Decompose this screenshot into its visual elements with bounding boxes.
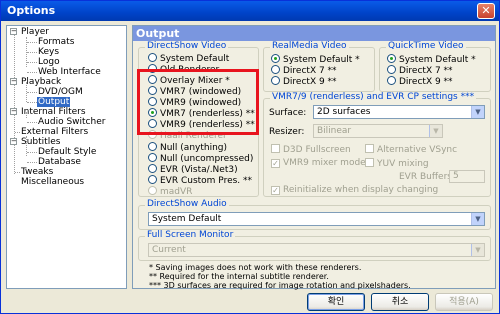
radio-dot bbox=[148, 53, 157, 62]
directshow-audio-select[interactable]: System Default ▼ bbox=[148, 212, 485, 226]
apply-button[interactable]: 적용(A) bbox=[435, 293, 493, 311]
radio-dot-selected bbox=[271, 54, 280, 63]
chevron-down-icon: ▼ bbox=[471, 244, 484, 256]
tree-connector bbox=[27, 52, 37, 53]
group-label: RealMedia Video bbox=[270, 41, 349, 51]
tree-connector bbox=[27, 102, 37, 103]
radio-dot bbox=[148, 153, 157, 162]
tree-item-web-interface[interactable]: Web Interface bbox=[38, 67, 101, 77]
collapse-icon[interactable]: − bbox=[10, 28, 17, 35]
tree-item-formats[interactable]: Formats bbox=[38, 37, 74, 47]
chevron-down-icon: ▼ bbox=[471, 213, 484, 225]
resizer-select[interactable]: Bilinear ▼ bbox=[313, 124, 443, 138]
d3d-fullscreen-checkbox[interactable]: D3D Fullscreen bbox=[271, 144, 351, 156]
collapse-icon[interactable]: − bbox=[10, 78, 17, 85]
tree-connector bbox=[15, 132, 20, 133]
chevron-down-icon: ▼ bbox=[471, 106, 484, 118]
group-label: QuickTime Video bbox=[386, 41, 466, 51]
options-window: Options ✕ − Player Formats Keys Logo Web… bbox=[0, 0, 500, 314]
group-label: DirectShow Video bbox=[145, 41, 229, 51]
collapse-icon[interactable]: − bbox=[10, 138, 17, 145]
tree-item-logo[interactable]: Logo bbox=[38, 57, 60, 67]
window-title: Options bbox=[7, 4, 56, 17]
close-button[interactable]: ✕ bbox=[477, 3, 495, 19]
radio-dot bbox=[148, 164, 157, 173]
tree-item-dvd-ogm[interactable]: DVD/OGM bbox=[38, 87, 83, 97]
panel-title: Output bbox=[133, 26, 495, 41]
tree-connector bbox=[27, 122, 37, 123]
tree-item-default-style[interactable]: Default Style bbox=[38, 147, 96, 157]
resizer-label: Resizer: bbox=[269, 127, 305, 137]
radio-dot bbox=[271, 65, 280, 74]
radio-dot-selected bbox=[387, 54, 396, 63]
group-label: VMR7/9 (renderless) and EVR CP settings … bbox=[270, 92, 477, 102]
radio-rm-directx9[interactable]: DirectX 9 ** bbox=[271, 76, 337, 88]
checkmark-icon: ✓ bbox=[271, 186, 280, 195]
vmr9-mixer-mode-checkbox[interactable]: ✓ VMR9 mixer mode bbox=[271, 158, 366, 169]
checkbox bbox=[365, 144, 374, 153]
checkmark-icon: ✓ bbox=[271, 159, 280, 168]
tree-item-miscellaneous[interactable]: Miscellaneous bbox=[21, 177, 84, 187]
radio-qt-directx9[interactable]: DirectX 9 ** bbox=[387, 76, 453, 88]
tree-connector bbox=[14, 34, 15, 174]
reinitialize-checkbox[interactable]: ✓ Reinitialize when display changing bbox=[271, 185, 438, 196]
output-panel: Output DirectShow Video System Default O… bbox=[132, 25, 496, 290]
tree-item-tweaks[interactable]: Tweaks bbox=[21, 167, 53, 177]
yuv-mixing-checkbox[interactable]: YUV mixing bbox=[365, 158, 429, 170]
tree-connector bbox=[15, 172, 20, 173]
radio-dot bbox=[148, 175, 157, 184]
tree-connector bbox=[27, 62, 37, 63]
tree-item-internal-filters[interactable]: Internal Filters bbox=[21, 107, 86, 117]
tree-connector bbox=[27, 42, 37, 43]
radio-dot bbox=[148, 142, 157, 151]
title-bar[interactable]: Options ✕ bbox=[1, 1, 499, 21]
tree-connector bbox=[27, 92, 37, 93]
highlight-box bbox=[137, 69, 259, 135]
group-label: Full Screen Monitor bbox=[145, 230, 236, 240]
tree-connector bbox=[27, 162, 37, 163]
tree-item-playback[interactable]: Playback bbox=[21, 77, 61, 87]
tree-item-keys[interactable]: Keys bbox=[38, 47, 59, 57]
radio-madvr[interactable]: madVR bbox=[148, 186, 192, 198]
options-tree[interactable]: − Player Formats Keys Logo Web Interface… bbox=[6, 25, 127, 289]
radio-dot bbox=[387, 65, 396, 74]
tree-item-database[interactable]: Database bbox=[38, 157, 81, 167]
tree-connector bbox=[27, 72, 37, 73]
surface-select[interactable]: 2D surfaces ▼ bbox=[313, 105, 485, 119]
evr-buffers-spinner[interactable]: 5 bbox=[449, 170, 485, 183]
checkbox bbox=[271, 144, 280, 153]
radio-dot bbox=[271, 76, 280, 85]
chevron-down-icon: ▼ bbox=[429, 125, 442, 137]
tree-item-external-filters[interactable]: External Filters bbox=[21, 127, 88, 137]
cancel-button[interactable]: 취소 bbox=[371, 293, 429, 311]
tree-item-subtitles[interactable]: Subtitles bbox=[21, 137, 60, 147]
checkbox bbox=[365, 158, 374, 167]
collapse-icon[interactable]: − bbox=[10, 108, 17, 115]
group-label: DirectShow Audio bbox=[145, 199, 229, 209]
radio-dot bbox=[148, 186, 157, 195]
ok-button[interactable]: 확인 bbox=[307, 293, 365, 311]
tree-item-audio-switcher[interactable]: Audio Switcher bbox=[38, 117, 105, 127]
fullscreen-monitor-select[interactable]: Current ▼ bbox=[148, 243, 485, 257]
surface-label: Surface: bbox=[269, 108, 307, 118]
alternative-vsync-checkbox[interactable]: Alternative VSync bbox=[365, 144, 457, 156]
tree-connector bbox=[27, 152, 37, 153]
tree-item-output[interactable]: Output bbox=[37, 97, 71, 107]
footnote: *** 3D surfaces are required for image r… bbox=[149, 281, 411, 290]
radio-dot bbox=[387, 76, 396, 85]
tree-item-player[interactable]: Player bbox=[21, 27, 49, 37]
evr-buffers-label: EVR Buffers: bbox=[399, 172, 455, 182]
